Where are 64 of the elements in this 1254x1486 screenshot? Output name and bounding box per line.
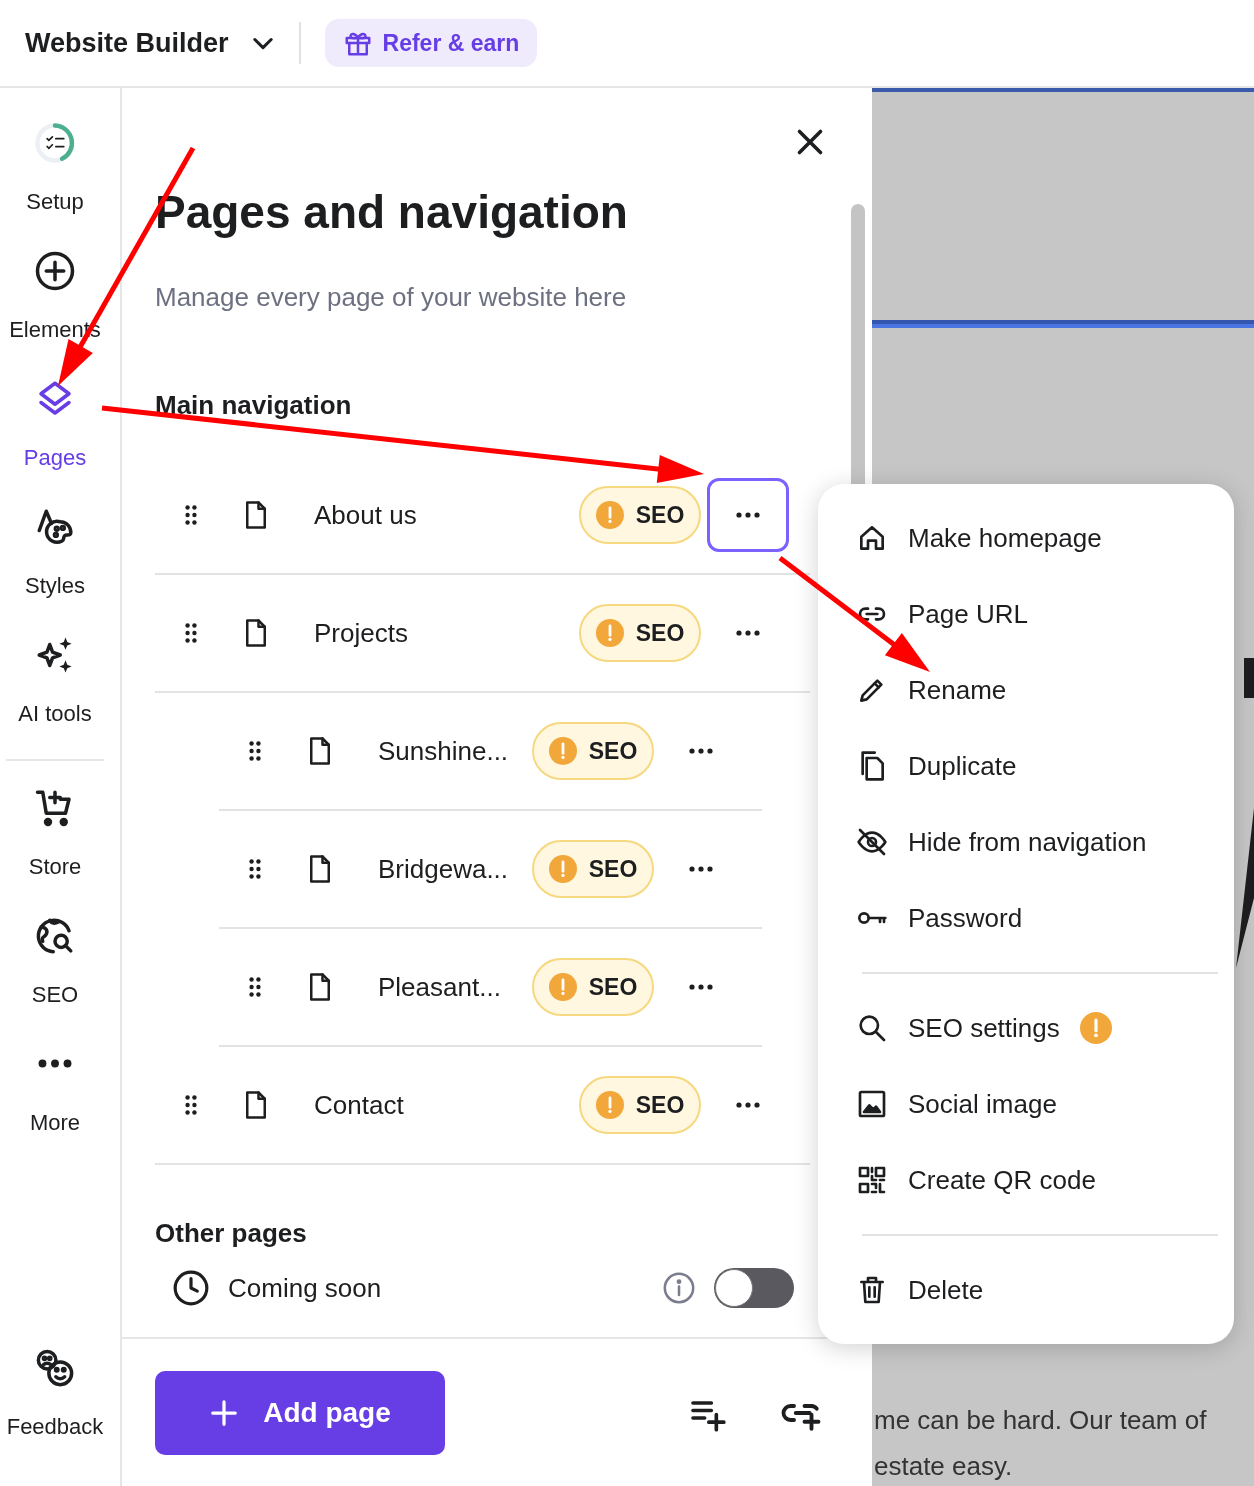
- more-icon: [38, 1059, 72, 1068]
- more-icon: [688, 983, 714, 991]
- search-icon: [856, 1012, 888, 1044]
- sidebar-item[interactable]: Store: [0, 769, 110, 897]
- panel-title: Pages and navigation: [155, 185, 629, 240]
- sidebar-item[interactable]: Styles: [0, 488, 110, 616]
- section-heading: Other pages: [155, 1218, 308, 1248]
- sidebar-item[interactable]: SEO: [0, 897, 110, 1025]
- plus-circle-icon: [34, 249, 76, 292]
- sidebar-item[interactable]: More: [0, 1025, 110, 1153]
- sidebar-item[interactable]: AI tools: [0, 616, 110, 744]
- more-icon: [688, 865, 714, 873]
- seo-badge[interactable]: SEO: [532, 722, 654, 780]
- checklist-icon: [34, 121, 76, 164]
- refer-button[interactable]: Refer & earn: [324, 19, 538, 67]
- image-icon: [856, 1088, 888, 1120]
- page-name[interactable]: Pleasant...: [378, 967, 532, 1007]
- page-name[interactable]: Sunshine...: [378, 731, 532, 771]
- page-name: Coming soon: [228, 1271, 383, 1305]
- menu-item[interactable]: Rename: [818, 652, 1234, 728]
- qr-code-icon: [856, 1164, 888, 1196]
- app-title: Website Builder: [25, 26, 229, 60]
- toggle-switch[interactable]: [714, 1268, 794, 1308]
- menu-item[interactable]: SEO settings: [818, 990, 1234, 1066]
- preview-text: estate easy.: [874, 1450, 1014, 1483]
- sidebar-item[interactable]: Pages: [0, 360, 110, 488]
- page-name[interactable]: About us: [314, 495, 579, 535]
- more-icon: [735, 1101, 761, 1109]
- menu-item[interactable]: Password: [818, 880, 1234, 956]
- more-icon: [688, 747, 714, 755]
- sidebar-item[interactable]: Setup: [0, 104, 110, 232]
- warning-icon: [548, 973, 577, 1001]
- page-name[interactable]: Bridgewa...: [378, 849, 532, 889]
- warning-icon: [548, 737, 577, 765]
- warning-icon: [595, 501, 624, 529]
- section-heading: Main navigation: [155, 390, 353, 420]
- panel-subtitle: Manage every page of your website here: [155, 282, 628, 312]
- sidebar-item[interactable]: Feedback: [0, 1329, 110, 1457]
- clock-icon: [172, 1269, 210, 1307]
- eye-off-icon: [856, 826, 888, 858]
- seo-badge[interactable]: SEO: [532, 840, 654, 898]
- seo-badge[interactable]: SEO: [579, 1076, 701, 1134]
- menu-item[interactable]: Delete: [818, 1252, 1234, 1328]
- menu-item[interactable]: Hide from navigation: [818, 804, 1234, 880]
- info-icon[interactable]: [662, 1271, 696, 1305]
- seo-badge[interactable]: SEO: [579, 486, 701, 544]
- page-name[interactable]: Projects: [314, 613, 579, 653]
- more-button[interactable]: [707, 478, 789, 552]
- menu-item[interactable]: Create QR code: [818, 1142, 1234, 1218]
- menu-item[interactable]: Page URL: [818, 576, 1234, 652]
- menu-item[interactable]: Duplicate: [818, 728, 1234, 804]
- page-name[interactable]: Contact: [314, 1085, 579, 1125]
- more-icon: [735, 511, 761, 519]
- warning-icon: [595, 619, 624, 647]
- warning-icon: [548, 855, 577, 883]
- plus-icon: [209, 1397, 240, 1428]
- more-icon: [735, 629, 761, 637]
- menu-item[interactable]: Make homepage: [818, 500, 1234, 576]
- warning-icon: [595, 1091, 624, 1119]
- seo-badge[interactable]: SEO: [579, 604, 701, 662]
- seo-badge[interactable]: SEO: [532, 958, 654, 1016]
- preview-text: me can be hard. Our team of: [874, 1404, 1207, 1437]
- add-page-button[interactable]: Add page: [155, 1370, 445, 1455]
- menu-item[interactable]: Social image: [818, 1066, 1234, 1142]
